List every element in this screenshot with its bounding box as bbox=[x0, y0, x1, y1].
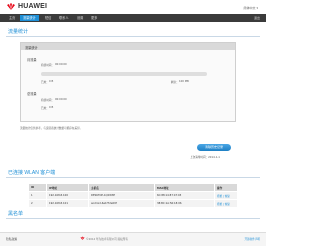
monthly-label: 月流量 bbox=[27, 58, 37, 62]
statistics-note: 流量统计仅供参考，与运营商统计数据可能存在差异。 bbox=[20, 127, 83, 130]
section-divider bbox=[6, 177, 260, 178]
last-cleared-label: 上次清零时间： bbox=[190, 156, 209, 159]
monthly-used-label: 已用： bbox=[41, 81, 49, 84]
cell-ip: 192.168.8.101 bbox=[46, 199, 89, 208]
footer: 隐私政策 ©2014 华为技术有限公司 版权所有 开源软件声明 bbox=[0, 232, 266, 246]
monthly-used: 0 B bbox=[49, 80, 54, 83]
panel-header: 流量统计 bbox=[21, 43, 235, 50]
huawei-logo-icon bbox=[7, 3, 15, 10]
total-label: 总流量 bbox=[27, 92, 37, 96]
copyright: ©2014 华为技术有限公司 版权所有 bbox=[86, 238, 128, 241]
total-duration-label: 持续时间： bbox=[41, 99, 54, 102]
table-header-row: ID IP地址 主机名 MAC地址 操作 bbox=[28, 183, 238, 192]
total-used-label: 已用： bbox=[41, 107, 49, 110]
cell-host: android-6a1f72e09f bbox=[88, 199, 155, 208]
nav-statistics[interactable]: 流量统计 bbox=[20, 15, 39, 21]
cell-host: DESKTOP-1Q2W3E bbox=[88, 191, 155, 200]
statistics-panel: 流量统计 月流量 持续时间： 00:00:00 已用： 0 B 剩余： 100 … bbox=[20, 42, 236, 122]
monthly-duration: 00:00:00 bbox=[55, 63, 67, 66]
cell-mac: 38:BC:1A:56:18:06 bbox=[154, 199, 215, 208]
column-header: MAC地址 bbox=[154, 183, 215, 192]
language-select[interactable]: 简体中文 ▾ bbox=[244, 6, 258, 10]
nav-settings[interactable]: 设置 bbox=[74, 15, 86, 21]
table-row: 1 192.168.8.100 DESKTOP-1Q2W3E 6C:88:14:… bbox=[28, 191, 238, 200]
open-source-link[interactable]: 开源软件声明 bbox=[244, 237, 260, 241]
privacy-link[interactable]: 隐私政策 bbox=[6, 237, 17, 241]
panel-title: 流量统计 bbox=[25, 45, 38, 50]
cell-ip: 192.168.8.100 bbox=[46, 191, 89, 200]
section-divider bbox=[6, 218, 260, 219]
monthly-progress-bar bbox=[41, 72, 207, 76]
table-row: 2 192.168.8.101 android-6a1f72e09f 38:BC… bbox=[28, 199, 238, 208]
cell-action[interactable]: 拒绝 | 恢复 bbox=[214, 191, 238, 200]
nav-contacts[interactable]: 联系人 bbox=[56, 15, 72, 21]
main-nav: 主页 流量统计 短信 联系人 设置 更多 退出 bbox=[0, 14, 266, 22]
nav-home[interactable]: 主页 bbox=[6, 15, 18, 21]
column-header: IP地址 bbox=[46, 183, 89, 192]
column-header: 操作 bbox=[214, 183, 238, 192]
clear-history-button[interactable]: 清除历史记录 bbox=[197, 144, 231, 151]
column-header: 主机名 bbox=[88, 183, 155, 192]
section-title-wlan: 已连接 WLAN 客户端 bbox=[8, 170, 56, 176]
cell-id: 1 bbox=[28, 191, 47, 200]
brand-name: HUAWEI bbox=[18, 3, 48, 10]
column-header: ID bbox=[28, 183, 47, 192]
last-cleared-value: 2014-1-1 bbox=[208, 156, 220, 159]
nav-more[interactable]: 更多 bbox=[88, 15, 100, 21]
monthly-remaining: 100 MB bbox=[179, 80, 189, 83]
total-duration: 00:00:00 bbox=[55, 98, 67, 101]
last-cleared: 上次清零时间：2014-1-1 bbox=[190, 155, 220, 159]
monthly-duration-label: 持续时间： bbox=[41, 64, 54, 67]
top-bar: HUAWEI 简体中文 ▾ bbox=[0, 0, 266, 14]
cell-mac: 6C:88:14:87:47:03 bbox=[154, 191, 215, 200]
monthly-remaining-label: 剩余： bbox=[171, 81, 179, 84]
cell-action[interactable]: 拒绝 | 恢复 bbox=[214, 199, 238, 208]
section-divider bbox=[6, 36, 260, 37]
nav-sms[interactable]: 短信 bbox=[42, 15, 54, 21]
total-used: 0 B bbox=[49, 106, 54, 109]
wlan-clients-table: ID IP地址 主机名 MAC地址 操作 1 192.168.8.100 DES… bbox=[28, 183, 238, 208]
section-title-statistics: 流量统计 bbox=[8, 29, 29, 35]
huawei-logo-icon bbox=[80, 236, 85, 240]
section-title-blocklist: 黑名单 bbox=[8, 211, 24, 217]
logout-link[interactable]: 退出 bbox=[254, 15, 260, 21]
cell-id: 2 bbox=[28, 199, 47, 208]
